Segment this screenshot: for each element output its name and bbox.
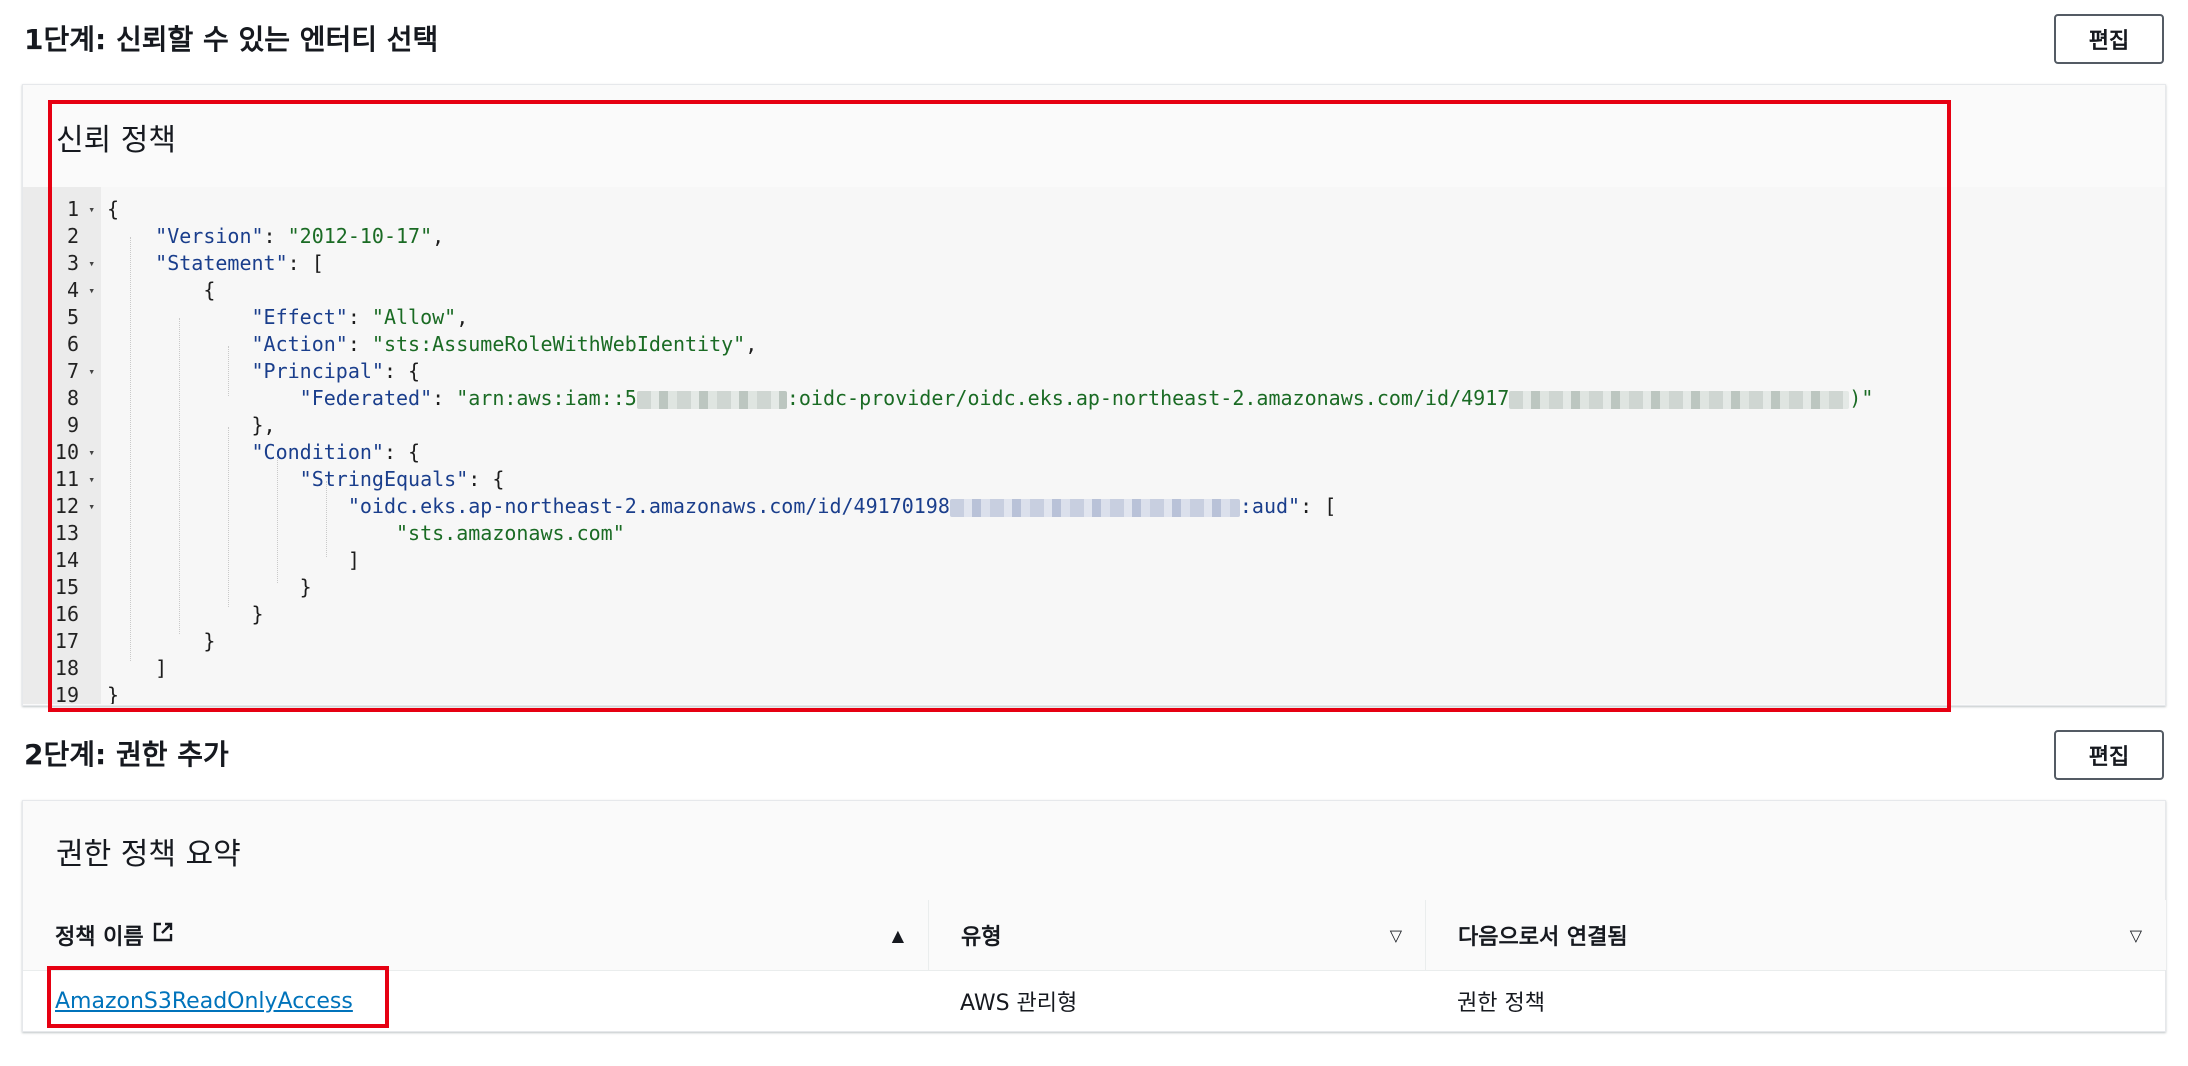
redacted-oidc-id — [949, 498, 1240, 517]
fold-toggle-icon[interactable]: ▾ — [88, 196, 95, 223]
line-number: 2 — [23, 223, 101, 250]
line-number-label: 4 — [66, 278, 79, 302]
line-number: 4 ▾ — [23, 277, 101, 304]
trust-policy-title: 신뢰 정책 — [56, 123, 176, 158]
code-line-2: "Version": "2012-10-17", — [155, 224, 445, 248]
code-line-19: } — [107, 683, 120, 704]
code-editor[interactable]: 1 ▾ 2 3 ▾ 4 ▾ 5 6 7 ▾ 8 9 10 ▾ 11 ▾ 12 ▾ 13 14 15 16 17 18 19 { "… — [23, 187, 2165, 704]
code-line-3: "Statement": [ — [155, 251, 324, 275]
policy-name-cell: AmazonS3ReadOnlyAccess — [55, 971, 353, 1031]
attached-as-cell: 권한 정책 — [1457, 991, 1545, 1016]
line-number-label: 13 — [54, 521, 79, 545]
line-number: 12 ▾ — [23, 493, 101, 520]
sort-ascending-icon[interactable]: ▲ — [892, 926, 904, 945]
code-line-8: "Federated": "arn:aws:iam::5:oidc-provid… — [299, 386, 1874, 410]
line-number: 17 — [23, 628, 101, 655]
table-row: AmazonS3ReadOnlyAccess AWS 관리형 권한 정책 — [23, 970, 2165, 1031]
sort-unsorted-icon[interactable]: ▽ — [2130, 926, 2142, 945]
column-header-policy-name[interactable]: 정책 이름 ▲ — [23, 900, 928, 970]
code-line-10: "Condition": { — [251, 440, 421, 464]
code-line-13: "sts.amazonaws.com" — [395, 521, 625, 545]
line-number: 9 — [23, 412, 101, 439]
line-number: 15 — [23, 574, 101, 601]
line-number: 7 ▾ — [23, 358, 101, 385]
redacted-account-id — [636, 390, 787, 409]
column-header-label: 다음으로서 연결됨 — [1458, 925, 1628, 950]
line-number: 14 — [23, 547, 101, 574]
code-line-14: ] — [107, 548, 360, 572]
code-line-9: }, — [107, 413, 276, 437]
line-number-label: 10 — [54, 440, 79, 464]
step1-edit-button[interactable]: 편집 — [2054, 14, 2164, 64]
line-number: 5 — [23, 304, 101, 331]
redacted-oidc-id — [1509, 390, 1850, 409]
line-number-label: 6 — [66, 332, 79, 356]
fold-toggle-icon[interactable]: ▾ — [88, 493, 95, 520]
step2-edit-button[interactable]: 편집 — [2054, 730, 2164, 780]
column-header-label: 유형 — [961, 925, 1002, 950]
code-line-16: } — [107, 602, 264, 626]
code-line-4: { — [107, 278, 216, 302]
line-number-gutter: 1 ▾ 2 3 ▾ 4 ▾ 5 6 7 ▾ 8 9 10 ▾ 11 ▾ 12 ▾ 13 14 15 16 17 18 19 — [23, 187, 101, 704]
line-number: 11 ▾ — [23, 466, 101, 493]
step1-title: 1단계: 신뢰할 수 있는 엔터티 선택 — [24, 23, 439, 56]
line-number: 6 — [23, 331, 101, 358]
line-number-label: 11 — [54, 467, 79, 491]
line-number: 8 — [23, 385, 101, 412]
line-number-label: 1 — [66, 197, 79, 221]
step2-title: 2단계: 권한 추가 — [24, 738, 229, 771]
fold-toggle-icon[interactable]: ▾ — [88, 466, 95, 493]
code-line-5: "Effect": "Allow", — [251, 305, 469, 329]
column-header-label: 정책 이름 — [55, 925, 144, 950]
trust-policy-panel: 신뢰 정책 1 ▾ 2 3 ▾ 4 ▾ 5 6 7 ▾ 8 9 10 ▾ 11 ▾ 12 ▾ 13 14 15 16 17 18… — [22, 84, 2166, 706]
line-number: 10 ▾ — [23, 439, 101, 466]
line-number-label: 16 — [54, 602, 79, 626]
line-number: 19 — [23, 682, 101, 704]
line-number-label: 9 — [66, 413, 79, 437]
line-number-label: 7 — [66, 359, 79, 383]
sort-unsorted-icon[interactable]: ▽ — [1390, 926, 1402, 945]
permissions-summary-header: 권한 정책 요약 — [23, 801, 2165, 901]
fold-toggle-icon[interactable]: ▾ — [88, 358, 95, 385]
line-number: 1 ▾ — [23, 196, 101, 223]
line-number-label: 15 — [54, 575, 79, 599]
line-number-label: 2 — [66, 224, 79, 248]
code-line-1: { — [107, 197, 120, 221]
column-header-attached-as[interactable]: 다음으로서 연결됨 ▽ — [1425, 900, 2166, 970]
line-number-label: 3 — [66, 251, 79, 275]
line-number-label: 8 — [66, 386, 79, 410]
policy-link[interactable]: AmazonS3ReadOnlyAccess — [55, 989, 353, 1014]
fold-toggle-icon[interactable]: ▾ — [88, 250, 95, 277]
column-header-type[interactable]: 유형 ▽ — [928, 900, 1426, 970]
code-line-6: "Action": "sts:AssumeRoleWithWebIdentity… — [251, 332, 758, 356]
permissions-summary-title: 권한 정책 요약 — [56, 837, 241, 872]
code-line-11: "StringEquals": { — [299, 467, 505, 491]
line-number: 18 — [23, 655, 101, 682]
policy-type-cell: AWS 관리형 — [960, 991, 1078, 1016]
line-number-label: 12 — [54, 494, 79, 518]
code-line-12: "oidc.eks.ap-northeast-2.amazonaws.com/i… — [347, 494, 1337, 518]
fold-toggle-icon[interactable]: ▾ — [88, 277, 95, 304]
line-number: 3 ▾ — [23, 250, 101, 277]
code-line-7: "Principal": { — [251, 359, 421, 383]
line-number: 16 — [23, 601, 101, 628]
line-number-label: 14 — [54, 548, 79, 572]
line-number-label: 5 — [66, 305, 79, 329]
trust-policy-header: 신뢰 정책 — [23, 85, 2165, 188]
line-number: 13 — [23, 520, 101, 547]
code-line-15: } — [107, 575, 312, 599]
line-number-label: 17 — [54, 629, 79, 653]
fold-toggle-icon[interactable]: ▾ — [88, 439, 95, 466]
line-number-label: 18 — [54, 656, 79, 680]
code-line-17: } — [107, 629, 216, 653]
line-number-label: 19 — [54, 683, 79, 704]
external-link-icon[interactable] — [152, 921, 174, 949]
code-line-18: ] — [107, 656, 168, 680]
